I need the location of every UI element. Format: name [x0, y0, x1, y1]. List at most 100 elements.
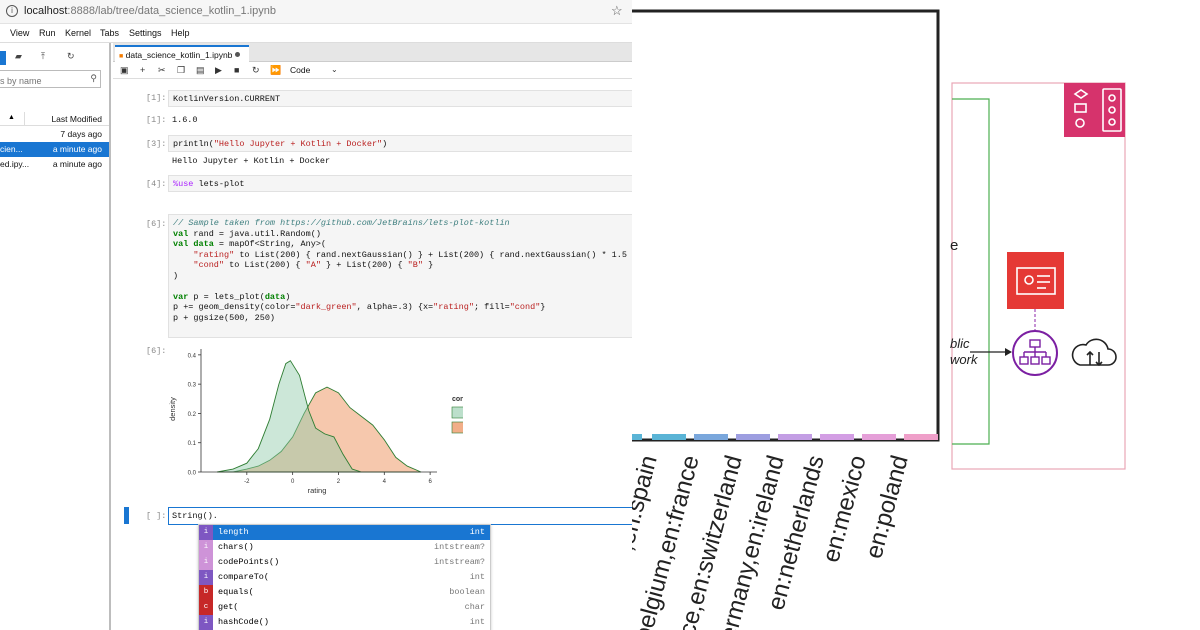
- completion-kind-badge: i: [199, 555, 213, 570]
- menu-help[interactable]: Help: [171, 28, 190, 38]
- completion-kind-badge: i: [199, 570, 213, 585]
- stop-icon[interactable]: ■: [234, 65, 239, 75]
- url-text[interactable]: localhost:8888/lab/tree/data_science_kot…: [24, 5, 276, 17]
- y-tick-label: 0.2: [188, 412, 197, 418]
- completion-popup: i length int i chars() intstream? i codePoints(…: [198, 524, 491, 630]
- code-string: "B": [407, 260, 423, 270]
- last-modified-header[interactable]: Last Modified: [51, 114, 102, 124]
- code-text: = mapOf<String, Any>(: [213, 239, 327, 249]
- code-keyword: var: [173, 291, 189, 302]
- new-folder-icon[interactable]: ▰: [15, 51, 22, 62]
- subnet-boundary: [952, 98, 990, 445]
- search-icon: ⚲: [90, 73, 97, 83]
- code-text: , alpha=.3) {x=: [356, 302, 434, 312]
- document-tab-bar: ■ data_science_kotlin_1.ipynb: [113, 43, 632, 62]
- code-text: ): [173, 270, 179, 281]
- code-text: lets-plot: [193, 179, 245, 189]
- copy-icon[interactable]: ❐: [177, 65, 185, 76]
- browser-url-bar[interactable]: i localhost:8888/lab/tree/data_science_k…: [0, 0, 632, 24]
- menu-run[interactable]: Run: [39, 28, 56, 38]
- file-modified: 7 days ago: [60, 129, 102, 139]
- completion-item[interactable]: i length int: [199, 525, 490, 540]
- cell-output: 1.6.0: [172, 115, 198, 125]
- x-tick-label: -2: [244, 479, 250, 485]
- code-keyword: val: [173, 239, 189, 249]
- sort-ascending-icon[interactable]: ▲: [8, 114, 15, 121]
- completion-item[interactable]: i compareTo(int: [199, 570, 490, 585]
- code-cell[interactable]: %use lets-plot: [168, 175, 632, 192]
- completion-item[interactable]: i codePoints() intstream?: [199, 555, 490, 570]
- architecture-diagram: e blic work: [950, 82, 1126, 470]
- y-tick-label: 0.4: [188, 353, 197, 359]
- save-icon[interactable]: ▣: [120, 65, 129, 76]
- diagram-label-public: blic: [950, 336, 970, 351]
- code-string: "rating": [173, 249, 235, 260]
- restart-run-all-icon[interactable]: ⏩: [270, 65, 281, 76]
- file-row[interactable]: 7 days ago: [0, 127, 109, 142]
- menu-kernel[interactable]: Kernel: [65, 28, 91, 38]
- restart-icon[interactable]: ↻: [252, 65, 260, 76]
- completion-item[interactable]: i hashCode() int: [199, 615, 490, 630]
- active-code-cell[interactable]: String().: [168, 507, 632, 525]
- y-tick-label: 0.1: [188, 441, 197, 447]
- completion-type: intstream?: [433, 542, 485, 552]
- x-tick-label: 4: [383, 479, 387, 485]
- output-prompt: [1]:: [146, 115, 167, 125]
- code-cell[interactable]: KotlinVersion.CURRENT: [168, 90, 632, 107]
- upload-icon[interactable]: ⤒: [41, 51, 45, 62]
- unsaved-dot-icon[interactable]: [235, 52, 241, 57]
- cell-prompt: [6]:: [146, 219, 167, 229]
- cell-type-select[interactable]: Code: [290, 65, 310, 75]
- file-filter-input[interactable]: [0, 73, 80, 89]
- completion-kind-badge: c: [199, 600, 213, 615]
- chevron-down-icon[interactable]: ⌄: [331, 65, 338, 74]
- completion-type: intstream?: [433, 557, 485, 567]
- completion-item[interactable]: i chars() intstream?: [199, 540, 490, 555]
- file-modified: a minute ago: [52, 159, 102, 169]
- chart-plot-area: [216, 360, 422, 473]
- menu-view[interactable]: View: [10, 28, 29, 38]
- chart-frame: [632, 9, 940, 442]
- bar-stub: [694, 434, 728, 440]
- completion-type: char: [464, 602, 485, 612]
- code-cell[interactable]: println("Hello Jupyter + Kotlin + Docker…: [168, 135, 632, 152]
- cell-prompt: [3]:: [146, 139, 167, 149]
- add-cell-icon[interactable]: +: [140, 65, 145, 75]
- refresh-icon[interactable]: ↻: [67, 51, 75, 62]
- completion-item[interactable]: b equals(boolean: [199, 585, 490, 600]
- file-row-selected[interactable]: cien... a minute ago: [0, 142, 109, 157]
- code-text: p + ggsize(500, 250): [173, 312, 276, 323]
- completion-item[interactable]: c get(char: [199, 600, 490, 615]
- code-string: "cond": [173, 260, 225, 270]
- collage-background: en:france,en:spain belgium,en:france ce,en…: [632, 0, 1200, 630]
- file-filter-field[interactable]: ⚲: [0, 70, 101, 89]
- menu-settings[interactable]: Settings: [129, 28, 162, 38]
- code-keyword: data: [188, 239, 214, 249]
- info-icon[interactable]: i: [6, 5, 18, 17]
- code-text: } + List(200) {: [320, 260, 408, 270]
- code-magic: %use: [173, 179, 194, 189]
- paste-icon[interactable]: ▤: [196, 65, 205, 76]
- code-cell[interactable]: // Sample taken from https://github.com/…: [168, 214, 632, 338]
- collage-svg: en:france,en:spainbelgium,en:francece,en…: [632, 9, 1126, 630]
- run-icon[interactable]: ▶: [215, 65, 222, 76]
- completion-label: length: [218, 527, 249, 537]
- notebook-panel: ■ data_science_kotlin_1.ipynb ▣ + ✂ ❐ ▤ …: [113, 43, 632, 630]
- code-keyword: val: [173, 228, 189, 239]
- x-tick-label: 2: [337, 479, 341, 485]
- menu-tabs[interactable]: Tabs: [100, 28, 119, 38]
- bar-stub: [778, 434, 812, 440]
- code-text: p = lets_plot(: [188, 291, 265, 302]
- file-row[interactable]: ed.ipy... a minute ago: [0, 157, 109, 172]
- bookmark-star-icon[interactable]: ☆: [611, 3, 623, 19]
- code-text: ; fill=: [473, 302, 510, 312]
- file-browser-toolbar: ▰ ⤒ ↻: [0, 51, 111, 65]
- cut-icon[interactable]: ✂: [158, 65, 166, 76]
- notebook-tab[interactable]: ■ data_science_kotlin_1.ipynb: [115, 45, 249, 62]
- add-launcher-button[interactable]: [0, 51, 6, 65]
- diagram-label-network: work: [950, 352, 979, 367]
- completion-label: equals(: [218, 587, 254, 597]
- y-axis-label: density: [168, 397, 177, 421]
- cell-prompt: [1]:: [146, 93, 167, 103]
- bar-stub: [652, 434, 686, 440]
